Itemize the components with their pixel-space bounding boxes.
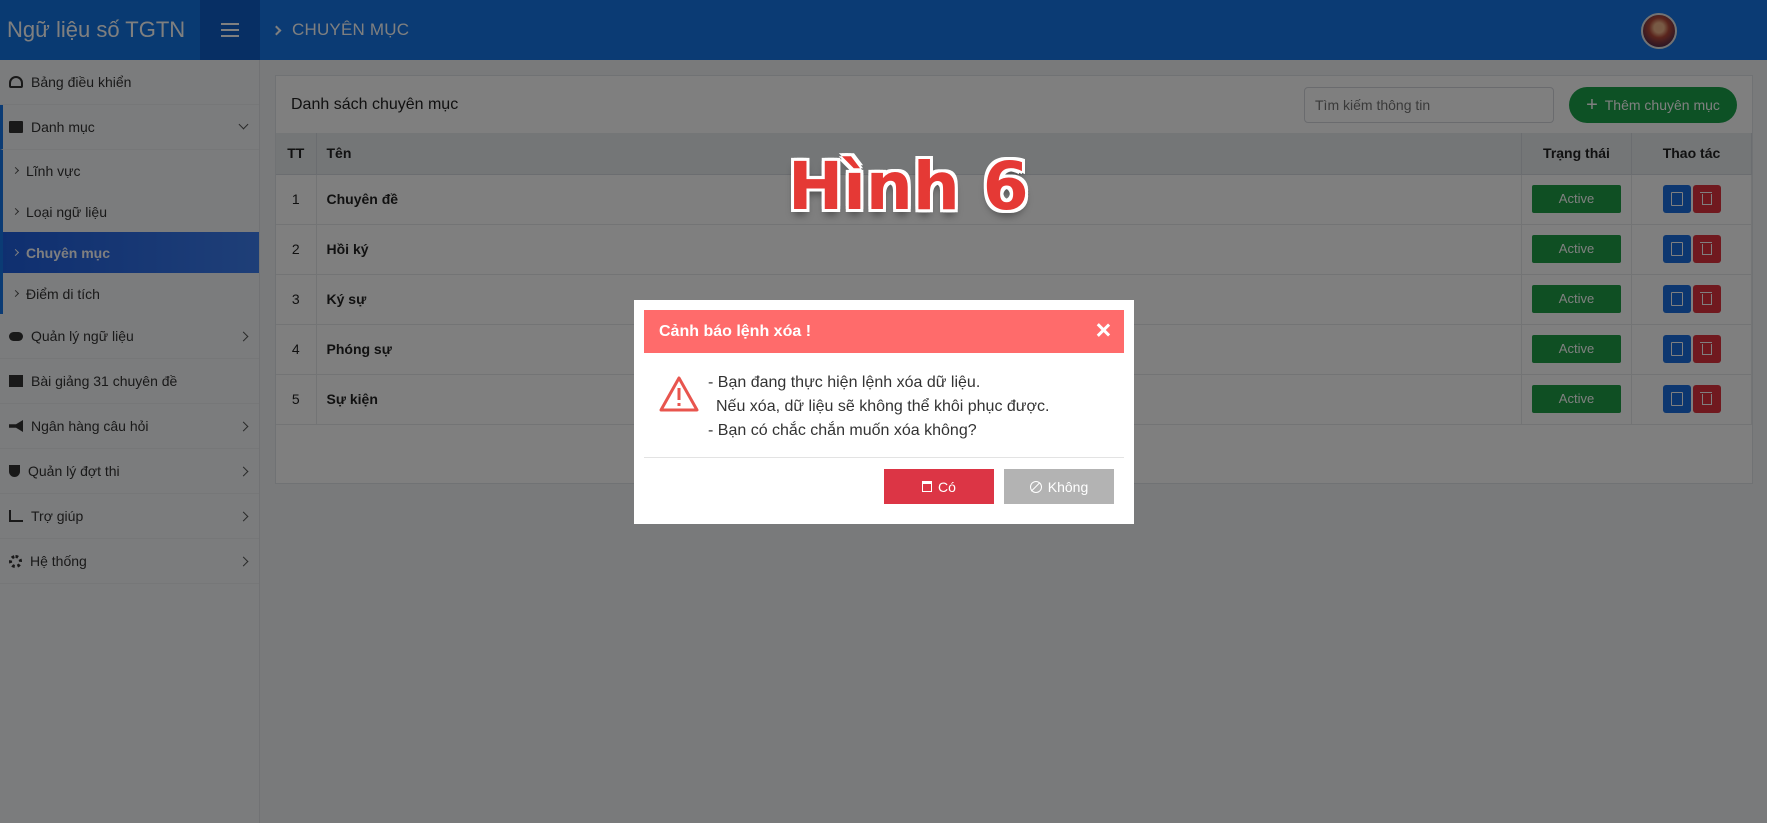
message-line: Nếu xóa, dữ liệu sẽ không thể khôi phục …: [716, 398, 1050, 415]
confirm-label: Có: [938, 478, 956, 495]
close-icon[interactable]: [1094, 321, 1112, 339]
figure-label: Hình 6: [788, 148, 1029, 225]
dialog-divider: [644, 457, 1124, 458]
cancel-button[interactable]: Không: [1004, 469, 1114, 504]
dialog-title: Cảnh báo lệnh xóa !: [659, 322, 812, 340]
message-line: - Bạn đang thực hiện lệnh xóa dữ liệu.: [708, 374, 981, 391]
delete-confirm-dialog: Cảnh báo lệnh xóa ! - Bạn đang thực hiện…: [634, 300, 1134, 524]
trash-icon: [922, 481, 933, 492]
message-line: - Bạn có chắc chắn muốn xóa không?: [708, 422, 977, 439]
ban-icon: [1029, 480, 1042, 493]
warning-icon: [659, 376, 699, 412]
dialog-header: Cảnh báo lệnh xóa !: [644, 310, 1124, 353]
cancel-label: Không: [1047, 478, 1089, 495]
dialog-message: - Bạn đang thực hiện lệnh xóa dữ liệu. N…: [708, 371, 1049, 443]
confirm-delete-button[interactable]: Có: [884, 469, 994, 504]
